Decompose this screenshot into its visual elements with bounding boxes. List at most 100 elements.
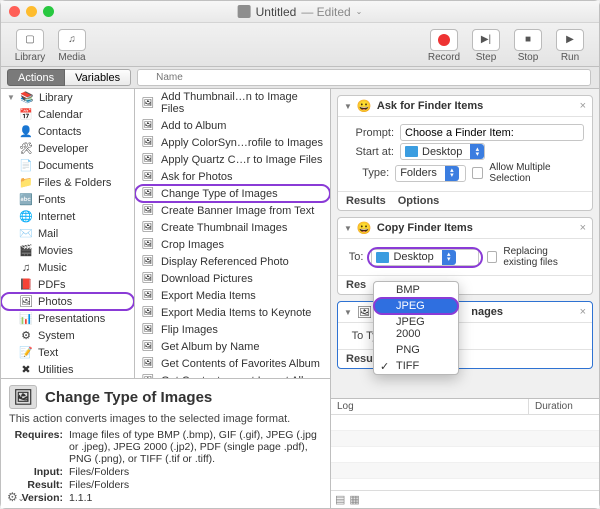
log-col-log[interactable]: Log [331, 399, 529, 414]
sidebar-item-contacts[interactable]: 👤Contacts [1, 123, 134, 140]
results-tab[interactable]: Res [346, 279, 366, 291]
dropdown-item-tiff[interactable]: ✓TIFF [374, 358, 458, 374]
results-tab[interactable]: Results [346, 195, 386, 207]
type-dropdown-menu[interactable]: BMP JPEG JPEG 2000 PNG ✓TIFF [373, 281, 459, 375]
action-item[interactable]: 🖼Display Referenced Photo [135, 253, 330, 270]
action-icon: 🖼 [141, 323, 155, 336]
tab-variables[interactable]: Variables [65, 69, 131, 86]
sidebar-item-movies[interactable]: 🎬Movies [1, 242, 134, 259]
action-item[interactable]: 🖼Export Media Items [135, 287, 330, 304]
run-button[interactable]: ▶ Run [549, 29, 591, 63]
disclosure-triangle-icon[interactable]: ▼ [344, 308, 352, 317]
options-tab[interactable]: Options [398, 195, 440, 207]
action-item[interactable]: 🖼Get Contents of Favorites Album [135, 355, 330, 372]
library-icon: 📚 [20, 91, 34, 104]
sidebar-item-internet[interactable]: 🌐Internet [1, 208, 134, 225]
popup-arrows-icon: ▴▾ [445, 166, 459, 181]
to-label: To: [346, 251, 363, 263]
action-item[interactable]: 🖼Change Type of Images [135, 185, 330, 202]
finder-icon: 😀 [357, 99, 372, 113]
dropdown-tiff-label: TIFF [396, 360, 419, 372]
disclosure-triangle-icon[interactable]: ▼ [7, 93, 15, 102]
dropdown-item-jpeg[interactable]: JPEG [374, 298, 458, 314]
action-icon: 🖼 [141, 306, 155, 319]
action-item[interactable]: 🖼Apply Quartz C…r to Image Files [135, 151, 330, 168]
action-item[interactable]: 🖼Add Thumbnail…n to Image Files [135, 89, 330, 117]
view-list-icon[interactable]: ▤ [335, 493, 345, 506]
category-icon: 📄 [19, 159, 33, 172]
close-icon[interactable]: × [580, 306, 586, 318]
minimize-window-button[interactable] [26, 6, 37, 17]
action-icon: 🖼 [141, 255, 155, 268]
sidebar-library[interactable]: ▼ 📚 Library [1, 89, 134, 106]
close-icon[interactable]: × [580, 222, 586, 234]
replacing-label: Replacing existing files [503, 246, 584, 268]
sidebar-item-text[interactable]: 📝 Text [1, 344, 134, 361]
workflow-action-ask-finder[interactable]: ▼ 😀 Ask for Finder Items × Prompt: Start… [337, 95, 593, 211]
allow-multiple-checkbox[interactable] [472, 167, 483, 179]
disclosure-triangle-icon[interactable]: ▼ [344, 102, 352, 111]
sidebar-item-label: Music [38, 262, 67, 274]
sidebar-item-pdfs[interactable]: 📕PDFs [1, 276, 134, 293]
close-icon[interactable]: × [580, 100, 586, 112]
sidebar-item-developer[interactable]: 🛠Developer [1, 140, 134, 157]
sidebar-item-mail[interactable]: ✉️Mail [1, 225, 134, 242]
preview-icon: 🖼 [357, 305, 372, 319]
action-item[interactable]: 🖼Export Media Items to Keynote [135, 304, 330, 321]
input-value: Files/Folders [69, 466, 322, 478]
record-button[interactable]: Record [423, 29, 465, 63]
sidebar-item-presentations[interactable]: 📊Presentations [1, 310, 134, 327]
close-window-button[interactable] [9, 6, 20, 17]
library-button[interactable]: ▢ Library [9, 29, 51, 63]
category-icon: ♫ [19, 261, 33, 274]
gear-menu-button[interactable]: ⚙︎⌄ [7, 490, 24, 504]
sidebar-item-calendar[interactable]: 📅Calendar [1, 106, 134, 123]
log-col-duration[interactable]: Duration [529, 399, 599, 414]
title-chevron-icon[interactable]: ⌄ [356, 7, 363, 16]
action-item[interactable]: 🖼Apply ColorSyn…rofile to Images [135, 134, 330, 151]
dropdown-item-bmp[interactable]: BMP [374, 282, 458, 298]
stop-button[interactable]: ■ Stop [507, 29, 549, 63]
action-item[interactable]: 🖼Ask for Photos [135, 168, 330, 185]
document-icon [238, 5, 251, 18]
workflow-scroll[interactable]: ▼ 😀 Ask for Finder Items × Prompt: Start… [331, 89, 599, 398]
sidebar-item-files-folders[interactable]: 📁Files & Folders [1, 174, 134, 191]
dropdown-item-jpeg2000[interactable]: JPEG 2000 [374, 314, 458, 342]
action-item[interactable]: 🖼Get Album by Name [135, 338, 330, 355]
action-icon: 🖼 [141, 238, 155, 251]
tab-actions[interactable]: Actions [7, 69, 65, 86]
action-item[interactable]: 🖼Download Pictures [135, 270, 330, 287]
category-icon: 📝 [19, 346, 33, 359]
type-popup[interactable]: Folders ▴▾ [395, 165, 466, 182]
action-item[interactable]: 🖼Flip Images [135, 321, 330, 338]
dropdown-item-png[interactable]: PNG [374, 342, 458, 358]
action-icon: 🖼 [141, 204, 155, 217]
action-item[interactable]: 🖼Create Thumbnail Images [135, 219, 330, 236]
sidebar-item-label: Text [38, 347, 58, 359]
action-icon: 🖼 [141, 340, 155, 353]
sidebar-item-photos[interactable]: 🖼Photos [1, 293, 134, 310]
action-item[interactable]: 🖼Create Banner Image from Text [135, 202, 330, 219]
finder-icon: 😀 [357, 221, 372, 235]
sidebar-item-utilities[interactable]: ✖Utilities [1, 361, 134, 378]
disclosure-triangle-icon[interactable]: ▼ [344, 224, 352, 233]
sidebar-item-music[interactable]: ♫ Music [1, 259, 134, 276]
action-label: Crop Images [161, 239, 224, 251]
view-grid-icon[interactable]: ▦ [349, 493, 359, 506]
result-value: Files/Folders [69, 479, 322, 491]
step-button[interactable]: ▶| Step [465, 29, 507, 63]
media-button[interactable]: ♫ Media [51, 29, 93, 63]
action-item[interactable]: 🖼Add to Album [135, 117, 330, 134]
startat-popup[interactable]: Desktop ▴▾ [400, 143, 485, 160]
action-item[interactable]: 🖼 Crop Images [135, 236, 330, 253]
type-value: Folders [400, 167, 437, 179]
replacing-checkbox[interactable] [487, 251, 497, 263]
zoom-window-button[interactable] [43, 6, 54, 17]
log-row [331, 463, 599, 479]
sidebar-item-fonts[interactable]: 🔤Fonts [1, 191, 134, 208]
sidebar-item-documents[interactable]: 📄Documents [1, 157, 134, 174]
sidebar-item-system[interactable]: ⚙System [1, 327, 134, 344]
to-popup[interactable]: Desktop ▴▾ [371, 249, 479, 266]
prompt-input[interactable] [400, 124, 584, 141]
search-input[interactable] [137, 69, 591, 86]
